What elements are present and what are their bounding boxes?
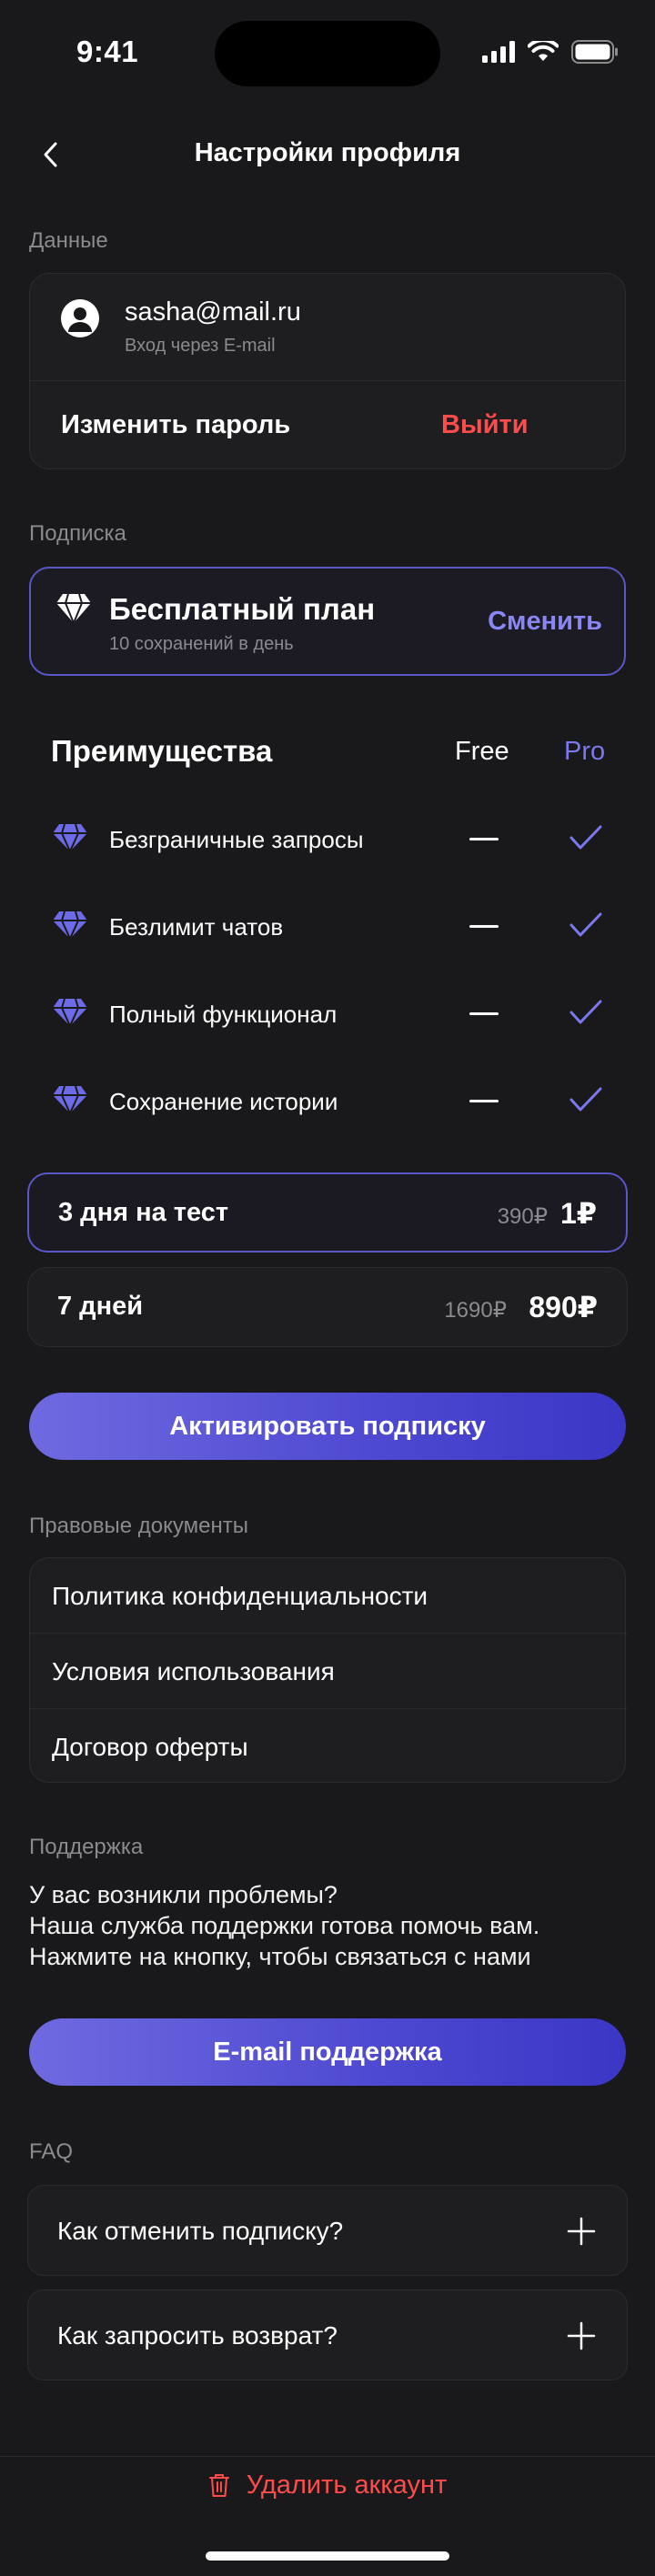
support-line: Нажмите на кнопку, чтобы связаться с нам… [29,1943,531,1970]
current-plan-card: Бесплатный план 10 сохранений в день Сме… [29,567,626,676]
legal-item-privacy[interactable]: Политика конфиденциальности [30,1558,627,1633]
delete-account-label: Удалить аккаунт [246,2470,448,2500]
benefit-label: Безлимит чатов [109,913,284,941]
avatar [61,299,99,337]
footer-divider [0,2456,655,2457]
check-icon [569,1000,602,1024]
diamond-icon [56,593,91,625]
section-label-subscription: Подписка [29,521,126,546]
new-price: 890₽ [529,1291,598,1323]
price-option-label: 3 дня на тест [58,1198,229,1227]
benefit-row: Сохранение истории [51,1082,606,1119]
diamond-icon [53,998,87,1028]
benefit-label: Полный функционал [109,1001,338,1028]
diamond-icon [53,911,87,941]
check-icon [569,825,602,850]
plus-icon [567,2321,596,2350]
dynamic-island [215,21,440,86]
plan-subtitle: 10 сохранений в день [109,634,294,654]
plus-icon [567,2217,596,2246]
logout-button[interactable]: Выйти [441,410,529,440]
faq-item[interactable]: Как отменить подписку? [27,2185,628,2276]
trash-icon [208,2474,229,2497]
activate-subscription-button[interactable]: Активировать подписку [29,1393,626,1460]
signal-icon [482,41,515,63]
login-method: Вход через E-mail [125,336,276,356]
price-option-label: 7 дней [57,1292,144,1321]
support-line: У вас возникли проблемы? [29,1881,338,1908]
benefits-title: Преимущества [51,734,273,768]
home-indicator [206,2551,449,2561]
dash-icon [469,838,499,840]
legal-item-label: Политика конфиденциальности [52,1582,428,1610]
check-icon [569,912,602,937]
section-label-legal: Правовые документы [29,1514,248,1538]
benefit-row: Полный функционал [51,995,606,1031]
dash-icon [469,1100,499,1102]
delete-account-button[interactable]: Удалить аккаунт [0,2467,655,2503]
new-price: 1₽ [559,1197,597,1230]
support-description: У вас возникли проблемы? Наша служба под… [29,1879,539,1972]
divider [30,380,625,381]
faq-item[interactable]: Как запросить возврат? [27,2289,628,2380]
benefit-row: Безграничные запросы [51,820,606,857]
price-option-3-days[interactable]: 3 дня на тест 390₽ 1₽ [27,1172,628,1253]
faq-question: Как отменить подписку? [57,2217,344,2245]
old-price: 1690₽ [444,1298,507,1323]
battery-icon [571,40,618,64]
legal-item-label: Договор оферты [52,1733,248,1761]
legal-item-terms[interactable]: Условия использования [30,1634,627,1708]
support-line: Наша служба поддержки готова помочь вам. [29,1912,540,1939]
page-title: Настройки профиля [194,138,461,167]
benefit-label: Сохранение истории [109,1088,338,1115]
legal-documents-card: Политика конфиденциальности Условия испо… [29,1557,627,1784]
benefit-label: Безграничные запросы [109,826,364,853]
section-label-support: Поддержка [29,1835,144,1859]
change-plan-button[interactable]: Сменить [488,607,602,637]
section-label-data: Данные [29,228,108,253]
column-free: Free [455,737,509,766]
diamond-icon [53,1085,87,1115]
user-icon [68,307,92,332]
account-card: sasha@mail.ru Вход через E-mail Изменить… [29,273,626,469]
column-pro: Pro [564,737,606,766]
old-price: 390₽ [497,1204,548,1229]
dash-icon [469,1012,499,1015]
plan-title: Бесплатный план [109,592,376,626]
check-icon [569,1087,602,1112]
legal-item-label: Условия использования [52,1657,335,1685]
status-time: 9:41 [76,35,139,68]
legal-item-offer[interactable]: Договор оферты [30,1709,627,1784]
diamond-icon [53,823,87,853]
dash-icon [469,925,499,928]
email-support-button[interactable]: E-mail поддержка [29,2018,626,2086]
benefit-row: Безлимит чатов [51,908,606,944]
section-label-faq: FAQ [29,2139,74,2164]
faq-question: Как запросить возврат? [57,2321,338,2350]
change-password-button[interactable]: Изменить пароль [61,410,290,440]
account-email: sasha@mail.ru [125,297,301,327]
wifi-icon [528,41,559,61]
price-option-7-days[interactable]: 7 дней 1690₽ 890₽ [27,1267,628,1347]
status-icons [482,40,619,64]
